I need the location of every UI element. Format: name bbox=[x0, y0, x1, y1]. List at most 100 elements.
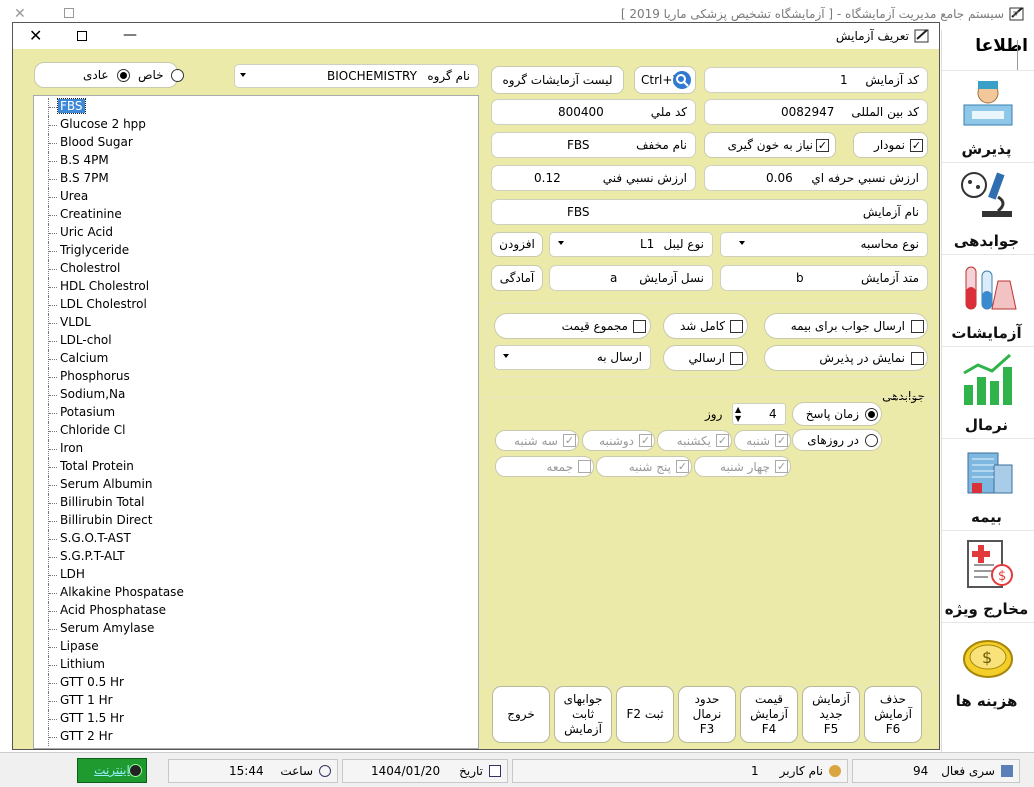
list-item[interactable]: FBS bbox=[34, 98, 454, 116]
test-price-button[interactable]: قیمت آزمایش F4 bbox=[740, 686, 798, 743]
list-item[interactable]: Alkakine Phospatase bbox=[34, 584, 454, 602]
day-checkbox-friday[interactable]: جمعه bbox=[495, 456, 594, 477]
list-item[interactable]: Urea bbox=[34, 188, 454, 206]
new-test-button[interactable]: آزمایش جدید F5 bbox=[802, 686, 860, 743]
exit-button[interactable]: خروج bbox=[492, 686, 550, 743]
list-item[interactable]: LDL Cholestrol bbox=[34, 296, 454, 314]
save-button[interactable]: ثبت F2 bbox=[616, 686, 674, 743]
list-item[interactable]: Potasium bbox=[34, 404, 454, 422]
fixed-results-button[interactable]: جوابهای ثابت آزمایش bbox=[554, 686, 612, 743]
send-insurance-checkbox[interactable]: ارسال جواب برای بیمه bbox=[764, 313, 928, 339]
list-item[interactable]: B.S 7PM bbox=[34, 170, 454, 188]
thursday-check-icon[interactable]: ✓ bbox=[676, 460, 689, 473]
list-item[interactable]: Chloride Cl bbox=[34, 422, 454, 440]
day-checkbox-saturday[interactable]: ✓ شنبه bbox=[734, 430, 791, 451]
blood-draw-checkbox[interactable]: ✓ نیاز به خون گیری bbox=[704, 132, 836, 158]
list-item[interactable]: GTT 0.5 Hr bbox=[34, 674, 454, 692]
sidebar-item-special-expenses[interactable]: $ مخارج ویژه bbox=[942, 530, 1034, 622]
completed-check-icon[interactable] bbox=[730, 320, 743, 333]
sidebar-item-tests[interactable]: آزمایشات bbox=[942, 254, 1034, 346]
maximize-icon[interactable] bbox=[77, 31, 87, 41]
chart-check-icon[interactable]: ✓ bbox=[910, 139, 923, 152]
monday-check-icon[interactable]: ✓ bbox=[639, 434, 652, 447]
response-time-radio-icon[interactable] bbox=[865, 408, 878, 421]
sent-checkbox[interactable]: ارسالي bbox=[663, 345, 748, 371]
list-item[interactable]: Serum Amylase bbox=[34, 620, 454, 638]
list-item[interactable]: Lipase bbox=[34, 638, 454, 656]
list-item[interactable]: B.S 4PM bbox=[34, 152, 454, 170]
send-insurance-check-icon[interactable] bbox=[911, 320, 924, 333]
delete-test-button[interactable]: حذف آزمایش F6 bbox=[864, 686, 922, 743]
list-item[interactable]: Calcium bbox=[34, 350, 454, 368]
abbr-field[interactable]: نام مخفف FBS bbox=[491, 132, 696, 158]
blood-draw-check-icon[interactable]: ✓ bbox=[816, 139, 829, 152]
on-days-radio[interactable]: در روزهای bbox=[792, 429, 882, 451]
close-icon[interactable]: ✕ bbox=[29, 26, 42, 45]
sidebar-item-results[interactable]: جوابدهی bbox=[942, 162, 1034, 254]
label-type-combo[interactable]: L1 نوع لیبل bbox=[549, 232, 713, 257]
tuesday-check-icon[interactable]: ✓ bbox=[563, 434, 576, 447]
list-item[interactable]: Cholestrol bbox=[34, 260, 454, 278]
tech-value-field[interactable]: ارزش نسبي فني 0.12 bbox=[491, 165, 696, 191]
maximize-icon[interactable] bbox=[64, 8, 74, 18]
sidebar-item-costs[interactable]: $ هزینه ها bbox=[942, 622, 1034, 714]
response-time-radio[interactable]: زمان پاسخ bbox=[792, 402, 882, 426]
list-item[interactable]: S.G.P.T-ALT bbox=[34, 548, 454, 566]
stepper-down-icon[interactable]: ▼ bbox=[735, 414, 741, 423]
search-button[interactable]: Ctrl+F bbox=[634, 66, 696, 94]
test-list[interactable]: FBS Glucose 2 hpp Blood Sugar B.S 4PM B.S 7P… bbox=[33, 95, 479, 749]
list-item[interactable]: GTT 2 Hr bbox=[34, 728, 454, 746]
test-name-field[interactable]: نام آزمایش FBS bbox=[491, 199, 928, 225]
chart-checkbox[interactable]: ✓ نمودار bbox=[853, 132, 928, 158]
list-item[interactable]: Uric Acid bbox=[34, 224, 454, 242]
day-checkbox-wednesday[interactable]: ✓ چهار شنبه bbox=[694, 456, 791, 477]
group-combo[interactable]: BIOCHEMISTRY نام گروه bbox=[234, 64, 479, 88]
list-item[interactable]: VLDL bbox=[34, 314, 454, 332]
list-item[interactable]: GTT 1.5 Hr bbox=[34, 710, 454, 728]
friday-check-icon[interactable] bbox=[578, 460, 591, 473]
normal-range-button[interactable]: حدود نرمال F3 bbox=[678, 686, 736, 743]
list-item[interactable]: Acid Phosphatase bbox=[34, 602, 454, 620]
list-item[interactable]: LDL-chol bbox=[34, 332, 454, 350]
calc-type-combo[interactable]: نوع محاسبه bbox=[720, 232, 928, 257]
list-item[interactable]: Blood Sugar bbox=[34, 134, 454, 152]
day-checkbox-sunday[interactable]: ✓ یکشنبه bbox=[657, 430, 732, 451]
sidebar-item-reception[interactable]: پذیرش bbox=[942, 70, 1034, 162]
wednesday-check-icon[interactable]: ✓ bbox=[775, 460, 788, 473]
price-total-check-icon[interactable] bbox=[633, 320, 646, 333]
list-item[interactable]: HDL Cholestrol bbox=[34, 278, 454, 296]
list-item[interactable]: Billirubin Total bbox=[34, 494, 454, 512]
test-code-field[interactable]: کد آزمایش 1 bbox=[704, 67, 928, 93]
day-checkbox-thursday[interactable]: ✓ پنج شنبه bbox=[596, 456, 692, 477]
list-item[interactable]: LDH bbox=[34, 566, 454, 584]
list-item[interactable]: Total Protein bbox=[34, 458, 454, 476]
saturday-check-icon[interactable]: ✓ bbox=[775, 434, 788, 447]
close-icon[interactable]: ✕ bbox=[14, 6, 26, 22]
list-item[interactable]: Glucose 2 hpp bbox=[34, 116, 454, 134]
stepper-up-icon[interactable]: ▲ bbox=[735, 405, 741, 414]
radio-normal[interactable] bbox=[117, 69, 130, 82]
sidebar-scroll-indicator[interactable] bbox=[1017, 40, 1029, 70]
ready-button[interactable]: آمادگی bbox=[491, 265, 543, 291]
send-to-combo[interactable]: ارسال به bbox=[494, 345, 651, 370]
list-item[interactable]: Phosphorus bbox=[34, 368, 454, 386]
show-reception-check-icon[interactable] bbox=[911, 352, 924, 365]
intl-code-field[interactable]: کد بین المللی 0082947 bbox=[704, 99, 928, 125]
list-item[interactable]: Creatinine bbox=[34, 206, 454, 224]
response-time-stepper[interactable]: ▲ ▼ 4 bbox=[732, 403, 786, 425]
sidebar-item-normal[interactable]: نرمال bbox=[942, 346, 1034, 438]
list-item[interactable]: Iron bbox=[34, 440, 454, 458]
list-item[interactable]: Billirubin Direct bbox=[34, 512, 454, 530]
prof-value-field[interactable]: ارزش نسبي حرفه اي 0.06 bbox=[704, 165, 928, 191]
method-field[interactable]: متد آزمایش b bbox=[720, 265, 928, 291]
radio-special[interactable] bbox=[171, 69, 184, 82]
day-checkbox-tuesday[interactable]: ✓ سه شنبه bbox=[495, 430, 579, 451]
completed-checkbox[interactable]: کامل شد bbox=[663, 313, 748, 339]
sidebar-item-insurance[interactable]: بیمه bbox=[942, 438, 1034, 530]
list-item[interactable]: Serum Albumin bbox=[34, 476, 454, 494]
sent-check-icon[interactable] bbox=[730, 352, 743, 365]
add-button[interactable]: افزودن bbox=[491, 232, 543, 257]
national-code-field[interactable]: کد ملي 800400 bbox=[491, 99, 696, 125]
list-item[interactable]: Triglyceride bbox=[34, 242, 454, 260]
sunday-check-icon[interactable]: ✓ bbox=[716, 434, 729, 447]
